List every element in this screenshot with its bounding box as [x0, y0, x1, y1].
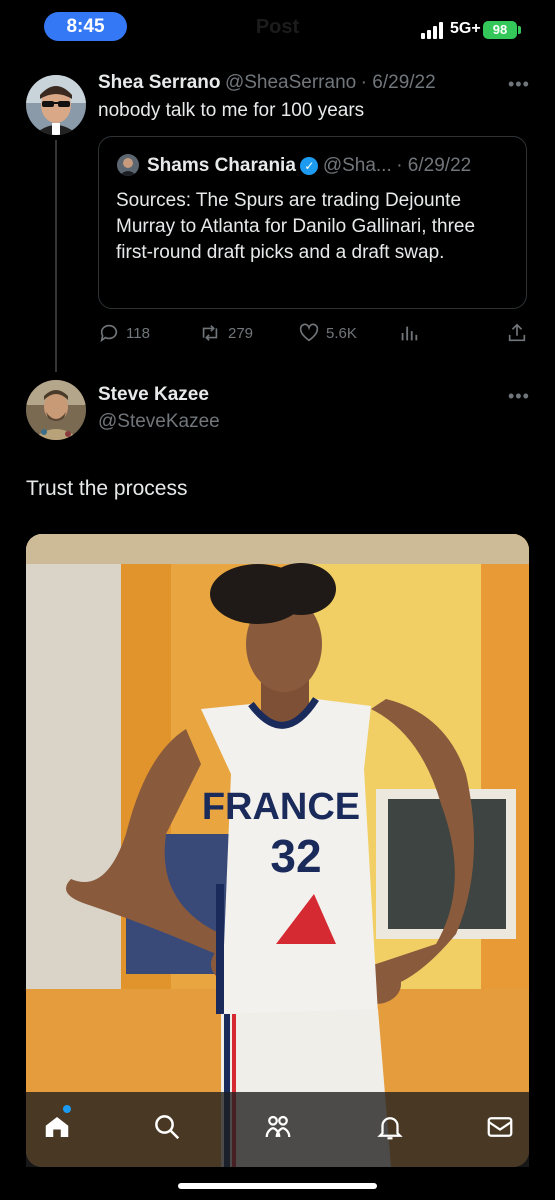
share-button[interactable] — [506, 322, 528, 344]
home-icon — [45, 1117, 69, 1137]
search-icon — [155, 1115, 180, 1140]
notifications-icon — [377, 1117, 403, 1140]
quote-header: Shams Charania ✓ @Sha... · 6/29/22 — [147, 155, 471, 177]
share-icon — [508, 323, 526, 342]
tweet-date: · 6/29/22 — [360, 72, 436, 93]
communities-icon — [265, 1115, 291, 1138]
more-options-icon[interactable]: ••• — [508, 74, 530, 95]
tab-home[interactable] — [42, 1112, 72, 1147]
quote-text: Sources: The Spurs are trading Dejounte … — [116, 190, 476, 263]
avatar-shea-serrano[interactable] — [26, 75, 86, 135]
retweet-button[interactable]: 279 — [198, 322, 253, 344]
heart-icon — [299, 323, 319, 342]
tweet1-header: Shea Serrano @SheaSerrano · 6/29/22 — [98, 72, 436, 94]
author-handle[interactable]: @SteveKazee — [98, 411, 220, 433]
quote-author-handle: @Sha... — [322, 155, 392, 176]
tab-search[interactable] — [152, 1112, 182, 1147]
tweet-text: Trust the process — [26, 477, 188, 500]
battery-icon: 98 — [483, 21, 517, 39]
tab-bar — [26, 1092, 529, 1167]
verified-badge-icon: ✓ — [300, 157, 319, 175]
jersey-number: 32 — [270, 830, 321, 882]
network-label: 5G+ — [450, 20, 481, 37]
author-name[interactable]: Shea Serrano — [98, 72, 221, 93]
reply-count: 118 — [126, 324, 150, 342]
more-options-icon[interactable]: ••• — [508, 386, 530, 407]
quote-date: · 6/29/22 — [396, 155, 472, 176]
unread-dot — [63, 1105, 71, 1113]
battery-cap — [518, 26, 521, 34]
author-handle[interactable]: @SheaSerrano — [225, 72, 356, 93]
analytics-icon — [401, 326, 418, 341]
avatar-steve-kazee[interactable] — [26, 380, 86, 440]
tab-notifications[interactable] — [375, 1112, 405, 1147]
tab-communities[interactable] — [263, 1112, 293, 1147]
like-count: 5.6K — [326, 324, 357, 342]
analytics-button[interactable] — [398, 322, 420, 344]
reply-icon — [100, 324, 118, 343]
signal-icon — [421, 22, 447, 39]
thread-line — [55, 140, 57, 372]
jersey-text: FRANCE — [202, 786, 360, 828]
avatar-shams-charania — [117, 154, 139, 176]
status-bar: Post 8:45 5G+ 98 — [0, 0, 555, 56]
author-name[interactable]: Steve Kazee — [98, 384, 209, 406]
like-button[interactable]: 5.6K — [298, 322, 357, 344]
quote-author-name: Shams Charania — [147, 155, 296, 176]
reply-button[interactable]: 118 — [98, 322, 150, 344]
messages-icon — [487, 1117, 513, 1137]
retweet-icon — [202, 325, 218, 341]
tab-messages[interactable] — [485, 1112, 515, 1147]
tweet-photo[interactable]: FRANCE 32 — [26, 534, 529, 1167]
home-indicator[interactable] — [178, 1183, 377, 1189]
tweet-text: nobody talk to me for 100 years — [98, 100, 365, 121]
tweet-actions: 118 279 5.6K — [98, 322, 528, 346]
status-time[interactable]: 8:45 — [44, 12, 127, 41]
retweet-count: 279 — [228, 324, 254, 342]
